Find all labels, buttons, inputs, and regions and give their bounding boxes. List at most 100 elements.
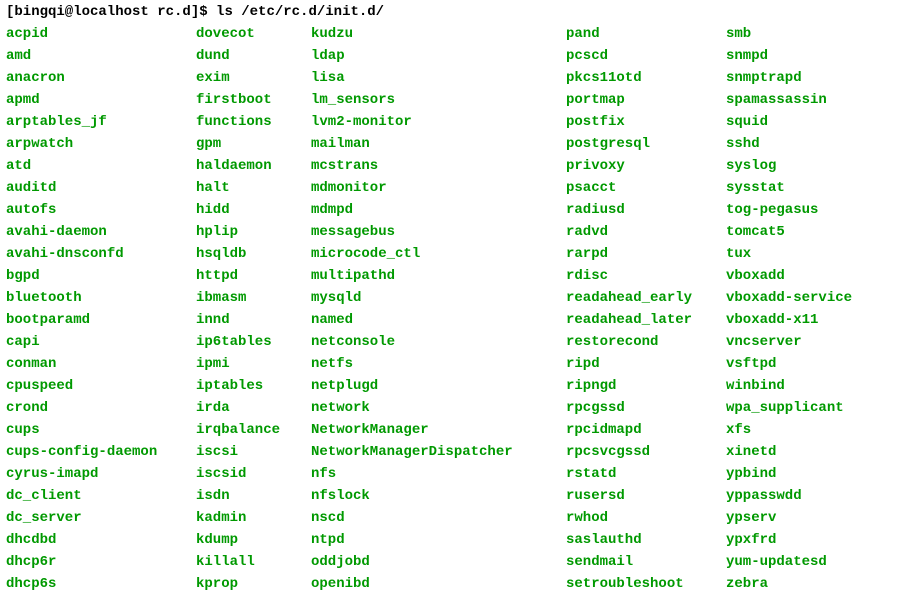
terminal-prompt-line: [bingqi@localhost rc.d]$ ls /etc/rc.d/in… [6, 4, 908, 20]
ls-entry: crond [6, 400, 196, 416]
ls-entry: postgresql [566, 136, 726, 152]
ls-entry: tomcat5 [726, 224, 908, 240]
ls-entry: vncserver [726, 334, 908, 350]
ls-entry: winbind [726, 378, 908, 394]
ls-entry: hsqldb [196, 246, 311, 262]
ls-entry: NetworkManagerDispatcher [311, 444, 566, 460]
ls-entry: readahead_later [566, 312, 726, 328]
ls-entry: kprop [196, 576, 311, 592]
ls-entry: httpd [196, 268, 311, 284]
ls-entry: apmd [6, 92, 196, 108]
ls-entry: rdisc [566, 268, 726, 284]
ls-entry: restorecond [566, 334, 726, 350]
ls-entry: halt [196, 180, 311, 196]
ls-entry: portmap [566, 92, 726, 108]
ls-entry: ntpd [311, 532, 566, 548]
ls-entry: ripngd [566, 378, 726, 394]
ls-entry: bootparamd [6, 312, 196, 328]
ls-entry: arptables_jf [6, 114, 196, 130]
ls-entry: multipathd [311, 268, 566, 284]
ls-entry: vboxadd-x11 [726, 312, 908, 328]
ls-entry: setroubleshoot [566, 576, 726, 592]
ls-entry: vboxadd-service [726, 290, 908, 306]
ls-entry: dc_client [6, 488, 196, 504]
ls-entry: syslog [726, 158, 908, 174]
ls-entry: killall [196, 554, 311, 570]
ls-entry: nscd [311, 510, 566, 526]
ls-entry: nfslock [311, 488, 566, 504]
ls-entry: innd [196, 312, 311, 328]
ls-output-grid: acpiddovecotkudzupandsmbamddundldappcscd… [6, 26, 908, 592]
ls-entry: sysstat [726, 180, 908, 196]
ls-entry: rpcidmapd [566, 422, 726, 438]
ls-entry: vsftpd [726, 356, 908, 372]
ls-entry: netconsole [311, 334, 566, 350]
ls-entry: postfix [566, 114, 726, 130]
ls-entry: rwhod [566, 510, 726, 526]
ls-entry: netfs [311, 356, 566, 372]
ls-entry: avahi-dnsconfd [6, 246, 196, 262]
ls-entry: acpid [6, 26, 196, 42]
ls-entry: arpwatch [6, 136, 196, 152]
ls-entry: bluetooth [6, 290, 196, 306]
ls-entry: xinetd [726, 444, 908, 460]
ls-entry: irqbalance [196, 422, 311, 438]
ls-entry: spamassassin [726, 92, 908, 108]
ls-entry: ldap [311, 48, 566, 64]
ls-entry: autofs [6, 202, 196, 218]
ls-entry: iptables [196, 378, 311, 394]
ls-entry: rusersd [566, 488, 726, 504]
ls-entry: yum-updatesd [726, 554, 908, 570]
ls-entry: cups-config-daemon [6, 444, 196, 460]
ls-entry: kudzu [311, 26, 566, 42]
ls-entry: lvm2-monitor [311, 114, 566, 130]
ls-entry: zebra [726, 576, 908, 592]
ls-entry: ypxfrd [726, 532, 908, 548]
ls-entry: openibd [311, 576, 566, 592]
ls-entry: kadmin [196, 510, 311, 526]
ls-entry: tux [726, 246, 908, 262]
ls-entry: saslauthd [566, 532, 726, 548]
ls-entry: nfs [311, 466, 566, 482]
ls-entry: atd [6, 158, 196, 174]
ls-entry: ip6tables [196, 334, 311, 350]
ls-entry: dund [196, 48, 311, 64]
ls-entry: ripd [566, 356, 726, 372]
ls-entry: wpa_supplicant [726, 400, 908, 416]
ls-entry: rpcsvcgssd [566, 444, 726, 460]
ls-entry: mdmonitor [311, 180, 566, 196]
ls-entry: mysqld [311, 290, 566, 306]
ls-entry: auditd [6, 180, 196, 196]
ls-entry: vboxadd [726, 268, 908, 284]
ls-entry: privoxy [566, 158, 726, 174]
ls-entry: anacron [6, 70, 196, 86]
ls-entry: dhcp6r [6, 554, 196, 570]
ls-entry: dhcdbd [6, 532, 196, 548]
ls-entry: dhcp6s [6, 576, 196, 592]
ls-entry: readahead_early [566, 290, 726, 306]
ls-entry: conman [6, 356, 196, 372]
ls-entry: ibmasm [196, 290, 311, 306]
ls-entry: haldaemon [196, 158, 311, 174]
ls-entry: amd [6, 48, 196, 64]
ls-entry: snmptrapd [726, 70, 908, 86]
ls-entry: oddjobd [311, 554, 566, 570]
ls-entry: dc_server [6, 510, 196, 526]
ls-entry: tog-pegasus [726, 202, 908, 218]
ls-entry: gpm [196, 136, 311, 152]
ls-entry: bgpd [6, 268, 196, 284]
ls-entry: avahi-daemon [6, 224, 196, 240]
ls-entry: iscsid [196, 466, 311, 482]
ls-entry: pand [566, 26, 726, 42]
ls-entry: named [311, 312, 566, 328]
ls-entry: hidd [196, 202, 311, 218]
ls-entry: dovecot [196, 26, 311, 42]
ls-entry: NetworkManager [311, 422, 566, 438]
ls-entry: smb [726, 26, 908, 42]
ls-entry: rstatd [566, 466, 726, 482]
ls-entry: radiusd [566, 202, 726, 218]
ls-entry: ipmi [196, 356, 311, 372]
ls-entry: firstboot [196, 92, 311, 108]
ls-entry: radvd [566, 224, 726, 240]
ls-entry: network [311, 400, 566, 416]
